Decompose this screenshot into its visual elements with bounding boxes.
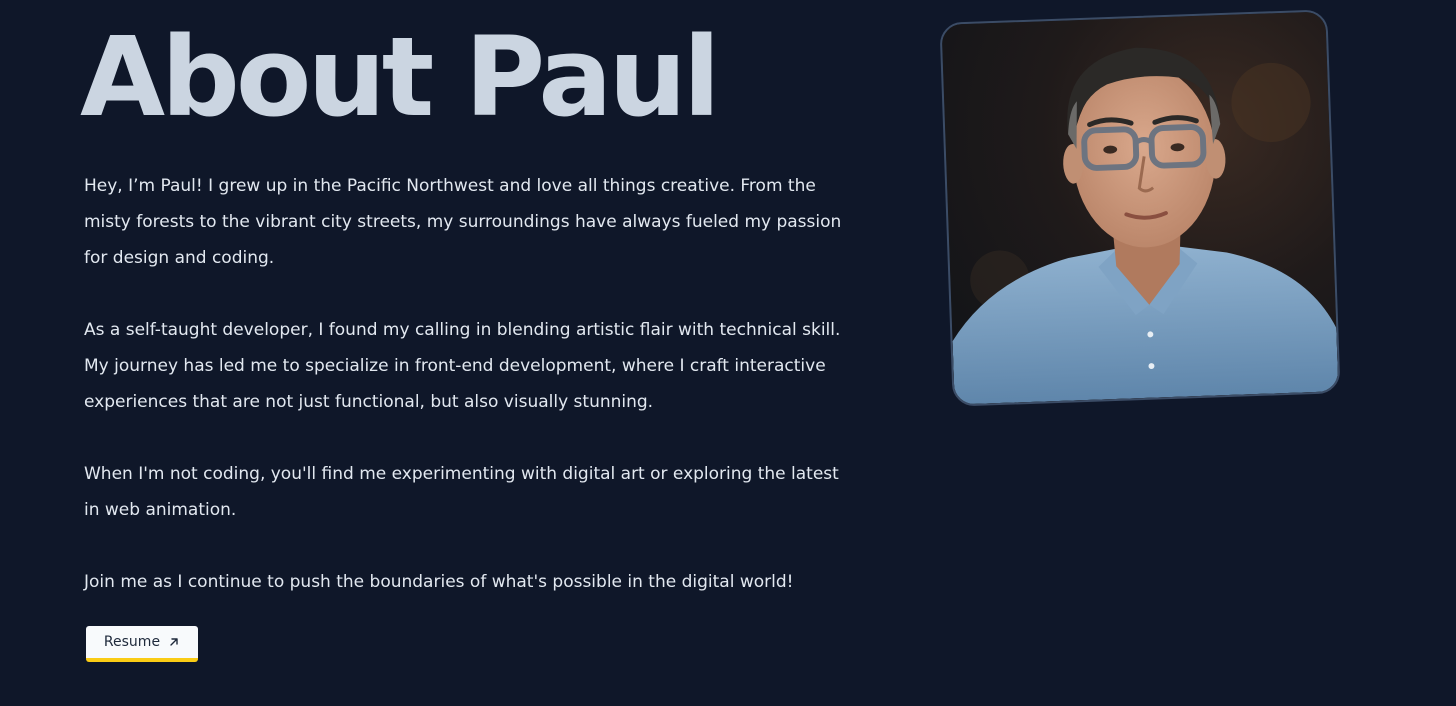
bio-section: Hey, I’m Paul! I grew up in the Pacific … xyxy=(84,168,854,636)
bio-paragraph-1: Hey, I’m Paul! I grew up in the Pacific … xyxy=(84,176,842,268)
resume-button[interactable]: Resume xyxy=(86,626,198,662)
page-title: About Paul xyxy=(80,13,721,141)
portrait-photo xyxy=(939,9,1341,407)
bio-paragraph-4: Join me as I continue to push the bounda… xyxy=(84,572,794,592)
resume-button-label: Resume xyxy=(103,634,161,650)
arrow-up-right-icon xyxy=(168,636,180,648)
bio-paragraph-3: When I'm not coding, you'll find me expe… xyxy=(84,464,839,520)
bio-paragraph-2: As a self-taught developer, I found my c… xyxy=(84,320,841,412)
